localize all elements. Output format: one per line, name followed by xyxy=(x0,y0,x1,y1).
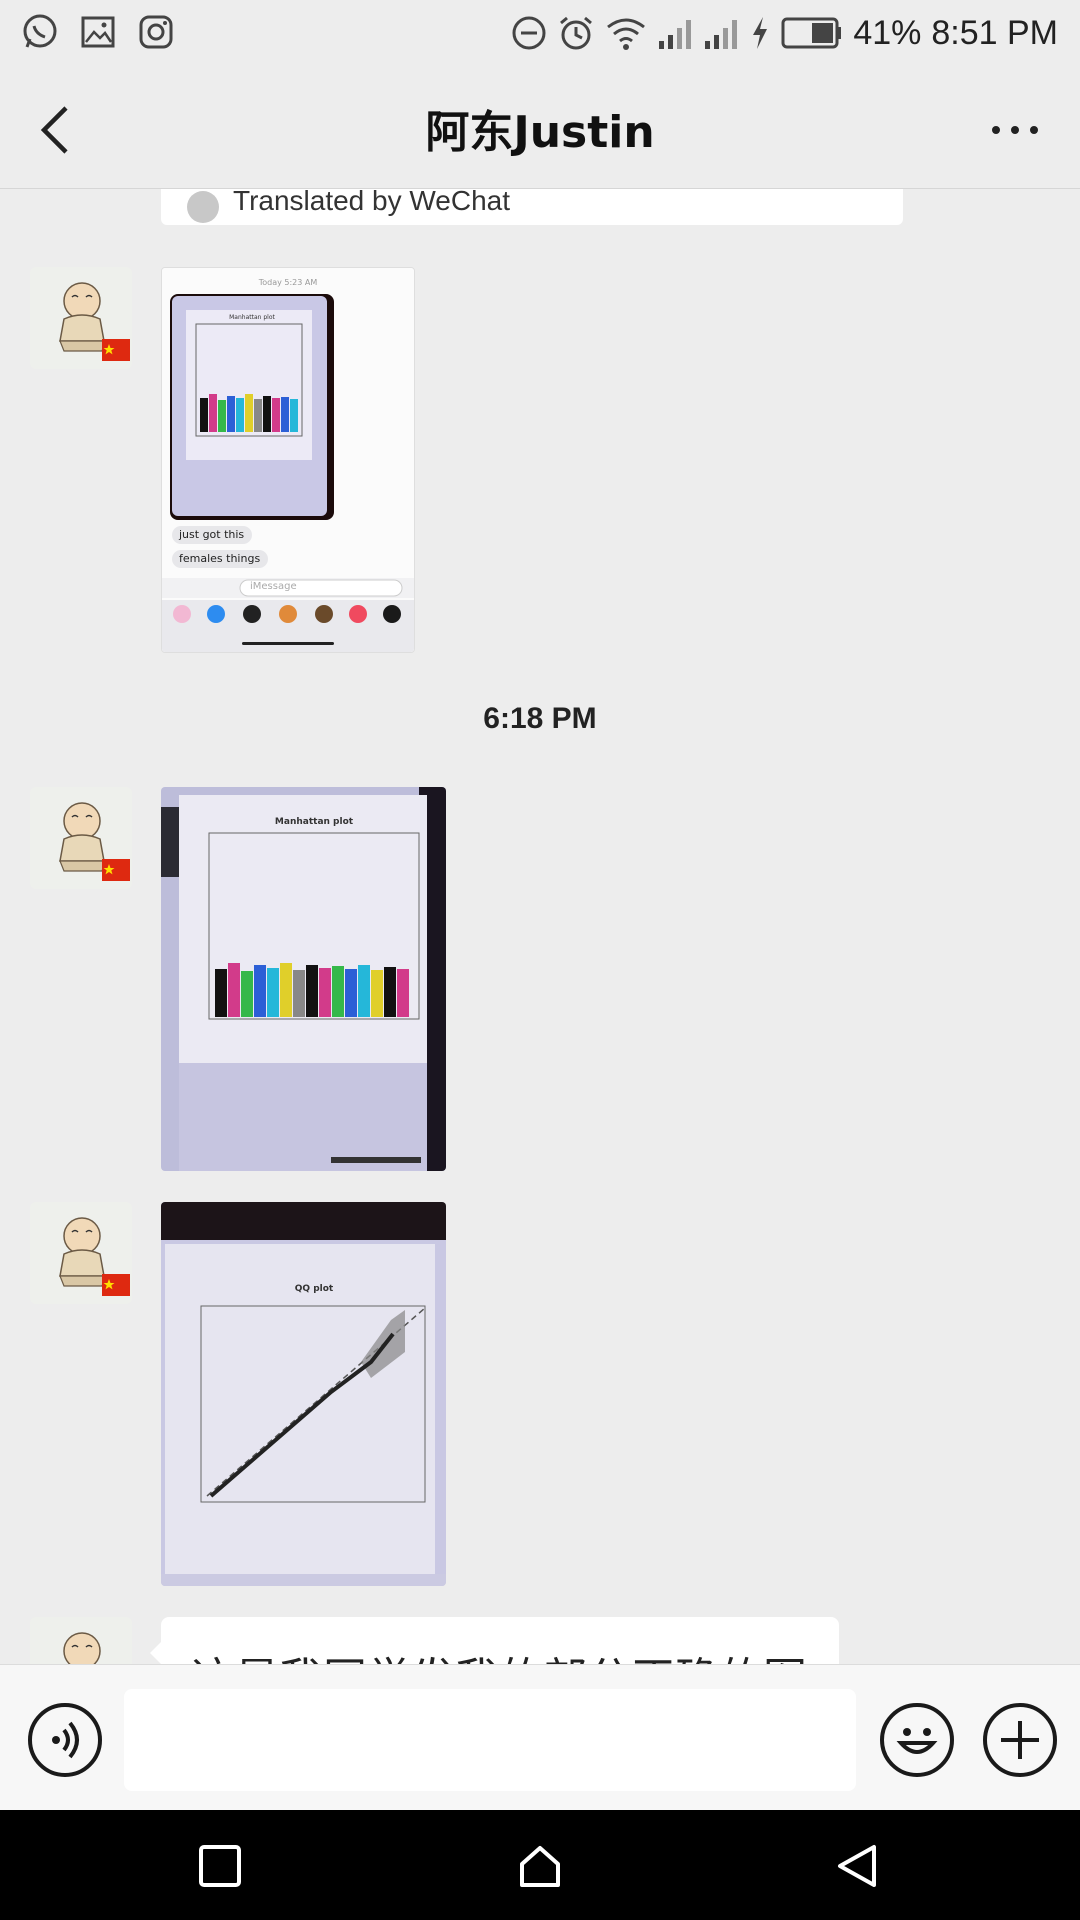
emoji-button[interactable] xyxy=(880,1703,954,1777)
system-status: 41% 8:51 PM xyxy=(511,10,1058,56)
translation-note: Translated by WeChat xyxy=(233,189,511,216)
avatar[interactable] xyxy=(30,1617,132,1664)
battery-icon xyxy=(781,17,842,49)
photo-plot-title: Manhattan plot xyxy=(274,817,354,827)
home-icon[interactable] xyxy=(516,1842,564,1890)
screenshot-input-placeholder: iMessage xyxy=(250,581,297,592)
time-separator: 6:18 PM xyxy=(483,702,597,735)
input-bar xyxy=(0,1664,1080,1811)
chat-title: 阿东Justin xyxy=(425,107,655,158)
translation-card: Translated by WeChat xyxy=(161,189,903,225)
message-text: 这是我同学发我的部分正确的图 xyxy=(191,1643,807,1664)
clock: 8:51 PM xyxy=(931,13,1058,52)
status-bar: 41% 8:51 PM xyxy=(0,0,1080,66)
instagram-icon xyxy=(139,15,173,49)
charging-icon xyxy=(753,17,768,49)
screenshot-timestamp: Today 5:23 AM xyxy=(258,278,318,287)
chat-header: 阿东Justin xyxy=(0,66,1080,189)
manhattan-plot-photo xyxy=(161,787,446,1171)
wifi-icon xyxy=(607,18,646,50)
voice-icon xyxy=(52,1721,79,1759)
alarm-icon xyxy=(560,16,593,50)
message-input[interactable] xyxy=(124,1689,856,1791)
qq-plot-photo xyxy=(161,1202,446,1586)
dnd-icon xyxy=(512,16,546,50)
image-message[interactable]: Today 5:23 AM Manhattan plot just got th… xyxy=(161,267,415,653)
back-triangle-icon[interactable] xyxy=(834,1842,882,1890)
emoji-icon xyxy=(896,1728,938,1754)
screenshot-thumbnail xyxy=(162,268,414,652)
voice-button[interactable] xyxy=(28,1703,102,1777)
screenshot-plot-title: Manhattan plot xyxy=(229,314,275,321)
avatar[interactable] xyxy=(30,787,132,889)
more-dots-icon[interactable] xyxy=(990,120,1040,140)
screenshot-bubble: females things xyxy=(179,552,261,565)
avatar-cartoon-icon xyxy=(59,282,130,361)
avatar-cartoon-icon xyxy=(59,802,130,881)
battery-percentage: 41% xyxy=(853,13,922,52)
avatar[interactable] xyxy=(30,1202,132,1304)
screenshot-bubble: just got this xyxy=(179,528,245,541)
check-icon xyxy=(187,191,219,223)
text-message[interactable]: 这是我同学发我的部分正确的图 xyxy=(161,1617,839,1664)
message-list[interactable]: Translated by WeChat Today 5:23 AM Manha… xyxy=(0,189,1080,1664)
gallery-icon xyxy=(81,16,115,48)
image-message[interactable]: Manhattan plot xyxy=(161,787,446,1171)
image-message[interactable]: QQ plot xyxy=(161,1202,446,1586)
photo-plot-title: QQ plot xyxy=(294,1284,334,1294)
recents-square-icon[interactable] xyxy=(196,1842,244,1890)
avatar-cartoon-icon xyxy=(59,1217,130,1296)
signal-icon xyxy=(659,20,692,49)
avatar[interactable] xyxy=(30,267,132,369)
whatsapp-icon xyxy=(23,14,57,48)
avatar-cartoon-icon xyxy=(63,1632,101,1664)
system-navigation-bar xyxy=(0,1810,1080,1920)
plus-button[interactable] xyxy=(983,1703,1057,1777)
signal-icon xyxy=(705,20,738,49)
plus-icon xyxy=(1001,1721,1039,1759)
notification-icons xyxy=(20,12,176,52)
